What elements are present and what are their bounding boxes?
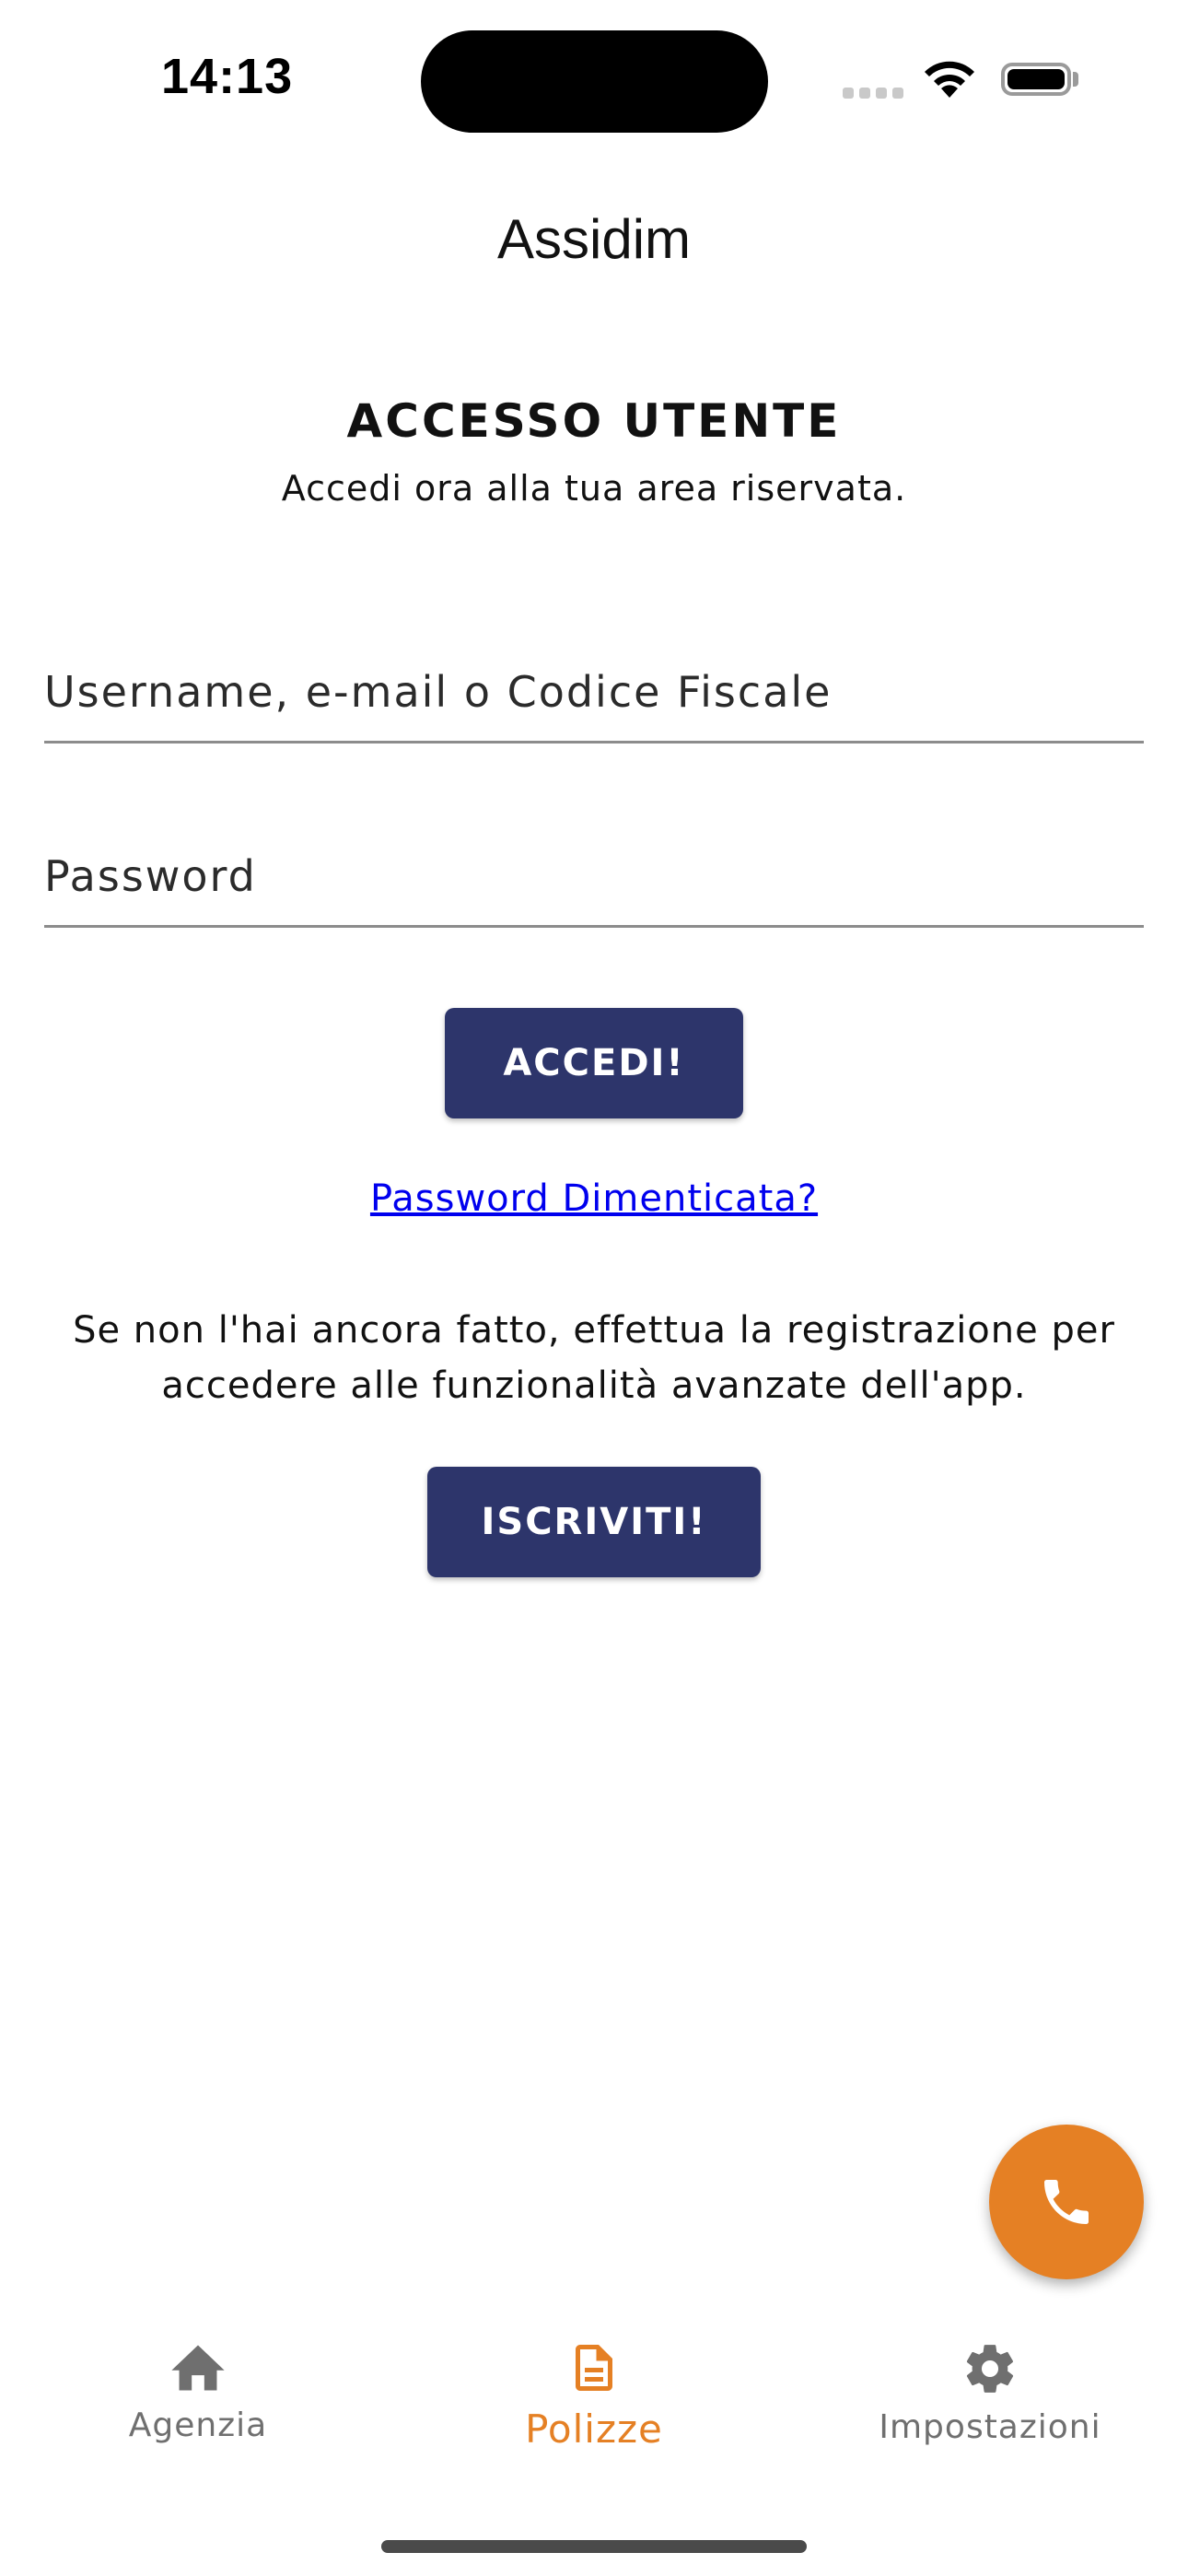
phone-icon: [1044, 2180, 1089, 2224]
register-info-text: Se non l'hai ancora fatto, effettua la r…: [73, 1309, 1115, 1407]
call-fab-button[interactable]: [989, 2125, 1144, 2279]
username-input[interactable]: [44, 667, 1144, 717]
battery-tip: [1073, 72, 1078, 87]
nav-item-impostazioni[interactable]: Impostazioni: [852, 2340, 1128, 2446]
dynamic-island: [421, 30, 768, 133]
login-subheading: Accedi ora alla tua area riservata.: [281, 468, 907, 509]
home-indicator[interactable]: [381, 2540, 807, 2553]
password-input[interactable]: [44, 851, 1144, 901]
document-icon: [576, 2345, 612, 2391]
login-heading: ACCESSO UTENTE: [346, 394, 842, 448]
register-button[interactable]: ISCRIVITI!: [427, 1467, 761, 1577]
nav-label-agenzia: Agenzia: [128, 2406, 268, 2444]
nav-label-impostazioni: Impostazioni: [879, 2408, 1101, 2446]
nav-item-agenzia[interactable]: Agenzia: [60, 2340, 336, 2444]
nav-item-polizze[interactable]: Polizze: [456, 2340, 732, 2452]
wifi-icon: [925, 61, 974, 98]
nav-label-polizze: Polizze: [525, 2406, 663, 2452]
battery-icon: [1001, 63, 1071, 96]
forgot-password-link[interactable]: Password Dimenticata?: [0, 1177, 1188, 1220]
login-button[interactable]: ACCEDI!: [445, 1008, 743, 1118]
status-time: 14:13: [161, 49, 294, 104]
home-icon: [171, 2345, 225, 2391]
password-field[interactable]: [44, 829, 1144, 928]
gear-icon: [966, 2345, 1014, 2393]
cellular-signal-icon: [843, 85, 909, 102]
app-title: Assidim: [496, 208, 692, 270]
username-field[interactable]: [44, 645, 1144, 744]
